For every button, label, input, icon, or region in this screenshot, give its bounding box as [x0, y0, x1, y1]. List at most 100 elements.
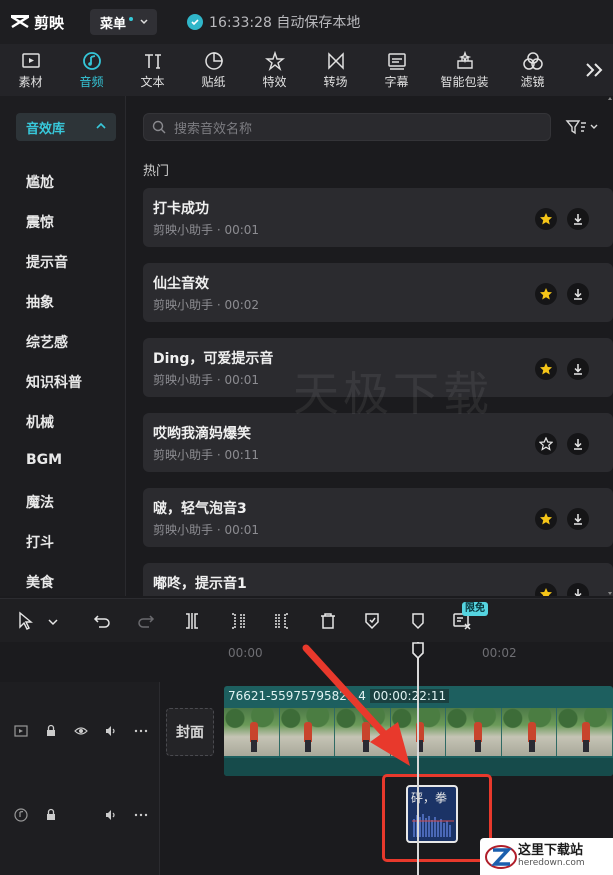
tool-effects[interactable]: 特效	[244, 44, 305, 96]
favorite-button[interactable]	[535, 583, 557, 596]
app-logo: 剪映	[10, 12, 64, 33]
sound-card[interactable]: 打卡成功 剪映小助手 · 00:01	[143, 188, 613, 247]
category-item[interactable]: 抽象	[26, 292, 82, 332]
trim-left-icon[interactable]	[228, 611, 248, 631]
thumbnail	[224, 708, 280, 756]
tool-smart-pack[interactable]: 智能包装	[427, 44, 502, 96]
category-item[interactable]: 机械	[26, 412, 82, 452]
category-item[interactable]: 提示音	[26, 252, 82, 292]
sound-library-header[interactable]: 音效库	[16, 113, 116, 141]
download-icon	[574, 589, 582, 596]
split-icon[interactable]	[182, 611, 202, 631]
undo-icon[interactable]	[92, 611, 112, 631]
category-item[interactable]: 综艺感	[26, 332, 82, 372]
download-button[interactable]	[567, 433, 589, 455]
playhead[interactable]	[417, 642, 419, 875]
sound-card[interactable]: 嘟咚，提示音1	[143, 563, 613, 596]
section-title: 热门	[143, 164, 170, 179]
chevron-down-icon[interactable]	[46, 611, 60, 631]
more-icon[interactable]	[134, 808, 148, 822]
volume-icon[interactable]	[104, 724, 118, 738]
sound-title: 打卡成功	[153, 201, 209, 217]
more-icon[interactable]	[134, 724, 148, 738]
chevron-down-icon	[140, 19, 148, 25]
download-button[interactable]	[567, 358, 589, 380]
favorite-button[interactable]	[535, 358, 557, 380]
download-button[interactable]	[567, 283, 589, 305]
select-cursor-icon[interactable]	[16, 611, 36, 631]
marker-icon[interactable]	[408, 611, 428, 631]
lock-icon[interactable]	[44, 808, 58, 822]
download-button[interactable]	[567, 208, 589, 230]
scrollbar[interactable]	[607, 96, 613, 596]
tool-audio[interactable]: 音频	[61, 44, 122, 96]
star-filled-icon	[540, 288, 552, 300]
sound-meta: 剪映小助手 · 00:11	[153, 448, 260, 462]
search-icon	[152, 120, 166, 134]
category-item[interactable]: 打斗	[26, 532, 82, 572]
shield-add-icon[interactable]	[362, 611, 382, 631]
app-name: 剪映	[34, 13, 65, 32]
tool-label: 音频	[79, 74, 104, 89]
eye-icon[interactable]	[74, 724, 88, 738]
sound-card[interactable]: 哎哟我滴妈爆笑 剪映小助手 · 00:11	[143, 413, 613, 472]
site-logo-cn: 这里下载站	[518, 843, 584, 858]
check-circle-icon	[187, 14, 204, 30]
tool-sticker[interactable]: 贴纸	[183, 44, 244, 96]
download-button[interactable]	[567, 508, 589, 530]
audio-icon	[82, 51, 101, 70]
category-item[interactable]: 美食	[26, 572, 82, 596]
tool-label: 字幕	[384, 74, 409, 89]
track-controls	[14, 808, 164, 822]
favorite-button[interactable]	[535, 508, 557, 530]
playhead-handle-icon[interactable]	[411, 642, 425, 660]
sound-card[interactable]: 啵，轻气泡音3 剪映小助手 · 00:01	[143, 488, 613, 547]
volume-icon[interactable]	[104, 808, 118, 822]
sound-title: 啵，轻气泡音3	[153, 501, 247, 517]
favorite-button[interactable]	[535, 433, 557, 455]
site-logo-en: heredown.com	[518, 858, 585, 868]
download-icon	[574, 289, 582, 300]
search-input[interactable]: 搜索音效名称	[143, 113, 551, 141]
ruler-tick: 00:02	[482, 646, 517, 660]
trim-right-icon[interactable]	[272, 611, 292, 631]
cover-button[interactable]: 封面	[166, 708, 214, 756]
category-item[interactable]: 魔法	[26, 492, 82, 532]
favorite-button[interactable]	[535, 283, 557, 305]
title-bar: 剪映 菜单 16:33:28 自动保存本地	[0, 0, 613, 44]
tool-text[interactable]: 文本	[122, 44, 183, 96]
autosave-status: 16:33:28 自动保存本地	[187, 12, 360, 32]
category-item[interactable]: 尴尬	[26, 172, 82, 212]
category-item[interactable]: BGM	[26, 452, 82, 492]
tool-media[interactable]: 素材	[0, 44, 61, 96]
favorite-button[interactable]	[535, 208, 557, 230]
category-item[interactable]: 震惊	[26, 212, 82, 252]
menu-button[interactable]: 菜单	[90, 9, 158, 35]
sound-card[interactable]: 仙尘音效 剪映小助手 · 00:02	[143, 263, 613, 322]
category-item[interactable]: 知识科普	[26, 372, 82, 412]
audio-track-icon	[14, 808, 28, 822]
category-list: 尴尬 震惊 提示音 抽象 综艺感 知识科普 机械 BGM 魔法 打斗 美食	[26, 172, 82, 596]
notification-dot	[129, 17, 134, 21]
sound-card[interactable]: Ding，可爱提示音 剪映小助手 · 00:01	[143, 338, 613, 397]
ruler-tick: 00:00	[228, 646, 263, 660]
free-limited-badge: 限免	[462, 602, 488, 616]
delete-icon[interactable]	[318, 611, 338, 631]
filter-sort-icon[interactable]	[565, 118, 599, 136]
sound-category-panel: 音效库 尴尬 震惊 提示音 抽象 综艺感 知识科普 机械 BGM 魔法 打斗 美…	[0, 96, 126, 596]
download-icon	[574, 364, 582, 375]
tool-filter[interactable]: 滤镜	[502, 44, 563, 96]
more-double-chevron-icon[interactable]	[583, 60, 607, 80]
tool-transition[interactable]: 转场	[305, 44, 366, 96]
tool-label: 滤镜	[520, 74, 545, 89]
download-button[interactable]	[567, 583, 589, 596]
download-icon	[574, 514, 582, 525]
thumbnail	[501, 708, 558, 756]
effects-icon	[264, 50, 285, 71]
sound-meta: 剪映小助手 · 00:01	[153, 373, 260, 387]
sound-title: 嘟咚，提示音1	[153, 576, 247, 592]
lock-icon[interactable]	[44, 724, 58, 738]
video-track-icon	[14, 725, 28, 737]
tool-subtitle[interactable]: 字幕	[366, 44, 427, 96]
redo-icon[interactable]	[136, 611, 156, 631]
